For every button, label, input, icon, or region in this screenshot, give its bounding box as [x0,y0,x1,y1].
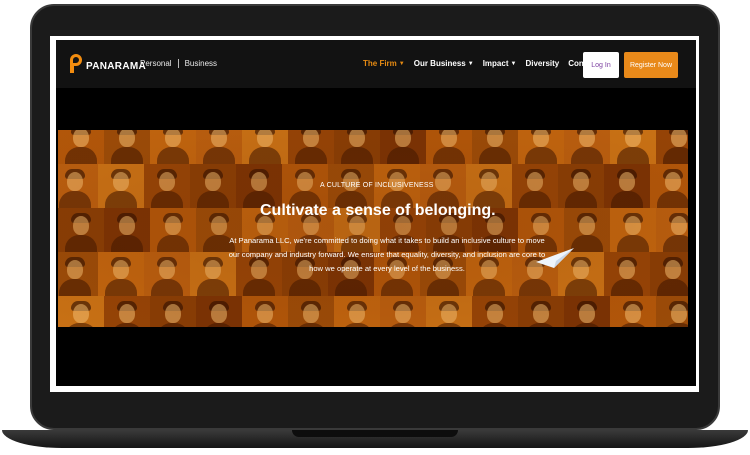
chevron-down-icon: ▼ [467,60,474,67]
menu-item-label: Diversity [525,59,560,68]
audience-switch: Personal Business [140,59,217,68]
brand-logo[interactable]: PANARAMA [70,54,146,74]
hero-headline: Cultivate a sense of belonging. [260,202,496,219]
register-button[interactable]: Register Now [624,52,678,78]
below-hero-section [56,327,696,386]
segment-divider [177,59,179,68]
login-button[interactable]: Log In [583,52,619,78]
menu-item-our-business[interactable]: Our Business ▼ [414,59,474,68]
menu-item-label: The Firm [363,59,397,68]
main-menu: The Firm ▼ Our Business ▼ Impact ▼ Diversit… [363,59,607,68]
paper-plane-icon [536,248,574,268]
menu-item-label: Our Business [413,59,466,68]
segment-personal[interactable]: Personal [140,59,172,68]
chevron-down-icon: ▼ [398,60,405,67]
website-screen: PANARAMA Personal Business The Firm ▼ Our… [56,40,696,386]
segment-business[interactable]: Business [185,59,217,68]
top-navigation: PANARAMA Personal Business The Firm ▼ Our… [56,40,696,88]
logo-text: PANARAMA [86,60,146,72]
hero-banner: A CULTURE OF INCLUSIVENESS Cultivate a s… [58,130,688,327]
laptop-mockup: PANARAMA Personal Business The Firm ▼ Our… [0,0,750,455]
laptop-notch [292,430,458,437]
menu-item-the-firm[interactable]: The Firm ▼ [363,59,405,68]
menu-item-impact[interactable]: Impact ▼ [483,59,517,68]
hero-tint-overlay [58,130,688,327]
menu-item-diversity[interactable]: Diversity [525,59,559,68]
logo-p-icon [70,54,84,74]
hero-body: At Panarama LLC, we're committed to doin… [228,236,546,273]
hero-eyebrow: A CULTURE OF INCLUSIVENESS [320,182,434,189]
menu-item-label: Impact [482,59,509,68]
chevron-down-icon: ▼ [510,60,517,67]
